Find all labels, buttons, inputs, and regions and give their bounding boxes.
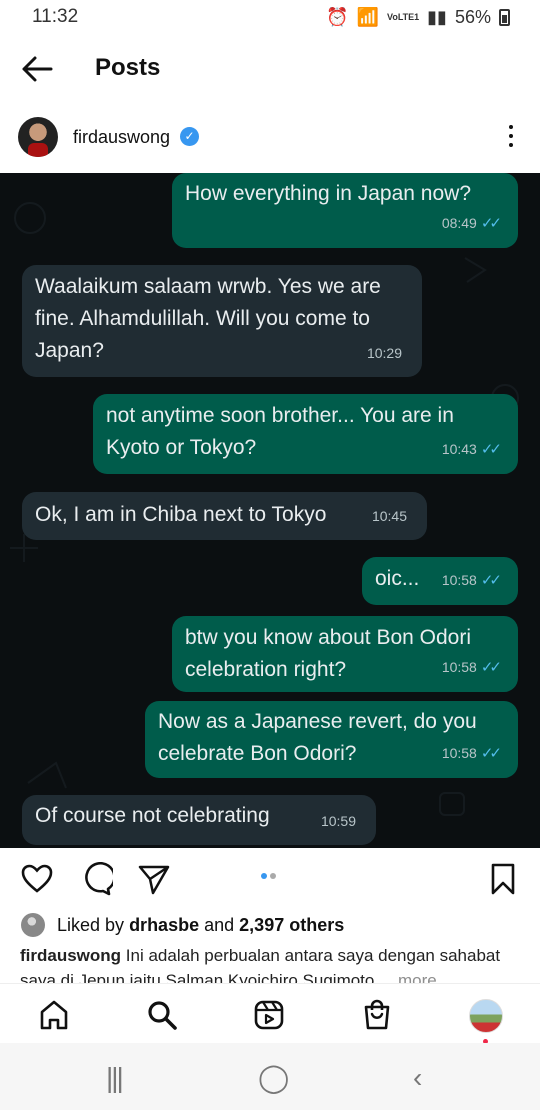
likes-summary[interactable]: Liked by drhasbe and 2,397 others xyxy=(21,911,344,939)
message-time: 10:59 xyxy=(320,813,356,829)
save-bookmark-icon[interactable] xyxy=(486,862,520,896)
read-receipt-icon: ✓✓ xyxy=(480,659,502,676)
likes-count[interactable]: 2,397 others xyxy=(239,915,344,936)
read-receipt-icon: ✓✓ xyxy=(480,441,502,458)
message-time: 10:43 xyxy=(441,441,477,457)
message-line: Japan? xyxy=(35,339,104,362)
post-actions xyxy=(0,848,540,910)
recent-apps-icon[interactable]: ||| xyxy=(106,1064,124,1092)
post-author-row: firdauswong ✓ xyxy=(0,117,540,161)
likes-and: and xyxy=(204,914,235,935)
signal-icon: ▮▮ xyxy=(427,6,447,27)
status-bar: 11:32 ⏰ 📶 VoLTE1 ▮▮ 56% xyxy=(0,0,540,34)
chat-message-incoming: Waalaikum salaam wrwb. Yes we are fine. … xyxy=(22,265,422,377)
read-receipt-icon: ✓✓ xyxy=(480,572,502,589)
chat-message-outgoing: How everything in Japan now? 08:49 ✓✓ xyxy=(172,173,518,248)
chat-message-incoming: Of course not celebrating 10:59 xyxy=(22,795,376,845)
profile-avatar[interactable] xyxy=(469,999,503,1033)
shop-bag-icon[interactable] xyxy=(360,998,394,1032)
liker-username[interactable]: drhasbe xyxy=(129,915,199,936)
carousel-dot xyxy=(270,873,276,879)
carousel-indicator xyxy=(261,873,276,879)
message-time: 10:58 xyxy=(441,745,477,761)
chat-message-outgoing: Now as a Japanese revert, do you celebra… xyxy=(145,701,518,778)
share-send-icon[interactable] xyxy=(137,862,171,896)
liker-avatar xyxy=(21,913,45,937)
wifi-icon: 📶 xyxy=(356,6,379,27)
read-receipt-icon: ✓✓ xyxy=(480,215,502,232)
more-options-icon[interactable] xyxy=(505,125,517,153)
top-header: Posts xyxy=(0,44,540,94)
search-icon[interactable] xyxy=(145,998,179,1032)
message-line: not anytime soon brother... You are in xyxy=(106,404,454,427)
like-heart-icon[interactable] xyxy=(20,862,54,896)
read-receipt-icon: ✓✓ xyxy=(480,745,502,762)
message-time: 10:29 xyxy=(366,345,402,361)
system-back-icon[interactable]: ‹ xyxy=(413,1064,422,1092)
message-time: 08:49 xyxy=(441,215,477,231)
likes-prefix: Liked by xyxy=(57,914,125,935)
message-line: btw you know about Bon Odori xyxy=(185,626,472,649)
page-title: Posts xyxy=(95,54,161,81)
bottom-navigation xyxy=(0,983,540,1044)
message-line: celebrate Bon Odori? xyxy=(158,742,357,765)
android-system-navigation: ||| ◯ ‹ xyxy=(0,1043,540,1110)
carousel-dot-active xyxy=(261,873,267,879)
chat-message-incoming: Ok, I am in Chiba next to Tokyo 10:45 xyxy=(22,492,427,540)
message-line: Now as a Japanese revert, do you xyxy=(158,710,477,733)
message-text: Ok, I am in Chiba next to Tokyo xyxy=(35,503,327,526)
home-icon[interactable] xyxy=(37,998,71,1032)
chat-message-outgoing: not anytime soon brother... You are in K… xyxy=(93,394,518,474)
message-line: Kyoto or Tokyo? xyxy=(106,436,257,459)
network-label: VoLTE1 xyxy=(386,11,420,22)
reels-icon[interactable] xyxy=(252,998,286,1032)
caption-more-link[interactable]: more xyxy=(398,971,437,983)
message-text: Of course not celebrating xyxy=(35,804,270,827)
chat-message-outgoing: oic... 10:58 ✓✓ xyxy=(362,557,518,605)
battery-percent: 56% xyxy=(454,6,491,27)
message-line: Waalaikum salaam wrwb. Yes we are xyxy=(35,275,381,298)
system-home-icon[interactable]: ◯ xyxy=(258,1064,289,1092)
message-text: oic... xyxy=(375,567,420,590)
status-time: 11:32 xyxy=(32,6,79,27)
author-username[interactable]: firdauswong xyxy=(73,127,170,148)
message-time: 10:58 xyxy=(441,659,477,675)
message-line: fine. Alhamdulillah. Will you come to xyxy=(35,307,370,330)
message-line: celebration right? xyxy=(185,658,347,681)
post-caption: firdauswong Ini adalah perbualan antara … xyxy=(20,943,525,983)
caption-username[interactable]: firdauswong xyxy=(20,946,121,965)
battery-icon xyxy=(499,8,510,26)
comment-icon[interactable] xyxy=(79,862,113,896)
author-avatar[interactable] xyxy=(18,117,58,157)
back-arrow-icon[interactable] xyxy=(20,54,54,84)
message-time: 10:58 xyxy=(441,572,477,588)
chat-message-outgoing: btw you know about Bon Odori celebration… xyxy=(172,616,518,692)
verified-badge-icon: ✓ xyxy=(180,127,199,146)
message-text: How everything in Japan now? xyxy=(185,182,472,205)
alarm-icon: ⏰ xyxy=(326,6,349,27)
post-image-chat-screenshot[interactable]: How everything in Japan now? 08:49 ✓✓ Waa… xyxy=(0,173,540,848)
message-time: 10:45 xyxy=(371,508,407,524)
status-indicators: ⏰ 📶 VoLTE1 ▮▮ 56% xyxy=(326,7,510,28)
